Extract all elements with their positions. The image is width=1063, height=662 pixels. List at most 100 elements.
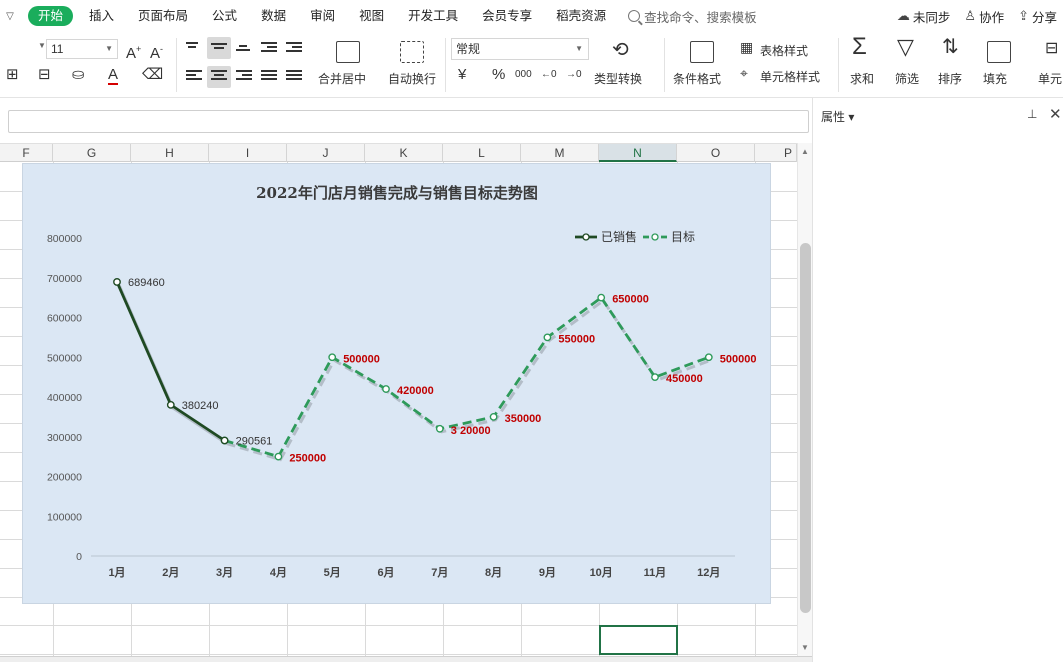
column-header-i[interactable]: I (209, 144, 287, 162)
x-tick-label: 12月 (697, 566, 720, 579)
tab-data[interactable]: 数据 (249, 0, 298, 32)
scroll-down-icon[interactable]: ▼ (801, 643, 809, 652)
command-search[interactable]: 查找命令、搜索模板 (628, 7, 757, 26)
increase-font-icon[interactable]: A+ (126, 40, 141, 63)
column-header-p[interactable]: P (755, 144, 797, 162)
number-format-select[interactable]: 常规 ▼ (451, 38, 589, 60)
decrease-font-icon[interactable]: A- (150, 40, 163, 63)
cell-icon: ⊟ (1045, 40, 1059, 57)
x-tick-label: 3月 (216, 566, 233, 579)
cell-button[interactable]: 单元 (1038, 70, 1062, 87)
share-button[interactable]: ⇪ 分享 (1018, 7, 1057, 26)
scrollbar-thumb[interactable] (800, 243, 811, 613)
fill-pattern-icon[interactable]: ⊟ (38, 66, 51, 84)
conditional-format-icon[interactable] (690, 41, 714, 63)
column-header-j[interactable]: J (287, 144, 365, 162)
search-placeholder: 查找命令、搜索模板 (644, 10, 757, 25)
vertical-scrollbar[interactable]: ▲ ▼ (797, 143, 812, 656)
tab-view[interactable]: 视图 (347, 0, 396, 32)
separator (838, 38, 839, 92)
font-size-select[interactable]: 11 ▼ (46, 39, 118, 59)
menu-expand-icon[interactable]: ▽ (0, 11, 20, 22)
sold-point (113, 278, 121, 286)
align-center-icon[interactable] (211, 70, 227, 82)
column-header-l[interactable]: L (443, 144, 521, 162)
close-icon[interactable]: ✕ (1049, 105, 1062, 123)
column-header-k[interactable]: K (365, 144, 443, 162)
convert-icon[interactable]: ⟲ (612, 40, 629, 60)
font-name-dropdown[interactable]: ▼ (38, 41, 46, 50)
align-left-icon[interactable] (186, 70, 202, 82)
y-tick-label: 300000 (47, 432, 82, 444)
target-data-label: 250000 (289, 453, 326, 465)
y-tick-label: 0 (76, 551, 82, 563)
target-data-label: 500000 (343, 353, 380, 365)
y-tick-label: 100000 (47, 511, 82, 523)
wrap-text-button[interactable]: 自动换行 (388, 70, 436, 87)
column-header-h[interactable]: H (131, 144, 209, 162)
increase-indent-icon[interactable] (286, 42, 302, 54)
table-style-button[interactable]: 表格样式 (760, 42, 808, 59)
align-right-icon[interactable] (236, 70, 252, 82)
justify-icon[interactable] (261, 70, 277, 82)
distributed-align-icon[interactable] (286, 70, 302, 82)
conditional-format-button[interactable]: 条件格式 (673, 70, 721, 87)
separator (664, 38, 665, 92)
tab-developer[interactable]: 开发工具 (396, 0, 470, 32)
target-point (704, 353, 713, 362)
scroll-up-icon[interactable]: ▲ (801, 147, 809, 156)
tab-formulas[interactable]: 公式 (200, 0, 249, 32)
target-data-label: 650000 (612, 294, 649, 306)
tab-home[interactable]: 开始 (28, 6, 74, 26)
pin-icon[interactable]: ⊥ (1027, 107, 1037, 121)
fill-button[interactable]: 填充 (983, 70, 1007, 87)
percent-button[interactable]: % (492, 66, 505, 84)
filter-button[interactable]: 筛选 (895, 70, 919, 87)
increase-decimal-icon[interactable]: ←0 (541, 66, 557, 84)
x-tick-label: 11月 (644, 566, 667, 579)
thousands-button[interactable]: 000 (515, 66, 532, 84)
collaborate-button[interactable]: ♙ 协作 (964, 7, 1004, 26)
formula-input[interactable] (8, 110, 809, 133)
merge-center-button[interactable]: 合并居中 (318, 70, 366, 87)
wrap-text-icon[interactable] (400, 41, 424, 63)
decrease-decimal-icon[interactable]: →0 (566, 66, 582, 84)
x-tick-label: 1月 (108, 566, 125, 579)
decrease-indent-icon[interactable] (261, 42, 277, 54)
borders-icon[interactable]: ⊞ (6, 66, 19, 84)
clear-format-icon[interactable]: ⌫ (142, 66, 163, 84)
share-icon: ⇪ (1018, 8, 1029, 23)
properties-title[interactable]: 属性 ▾ (821, 108, 854, 125)
type-convert-button[interactable]: 类型转换 (594, 70, 642, 87)
target-point (597, 293, 606, 302)
tab-resources[interactable]: 稻壳资源 (544, 0, 618, 32)
align-top-icon[interactable] (186, 42, 202, 54)
y-tick-label: 800000 (47, 233, 82, 245)
sort-button[interactable]: 排序 (938, 70, 962, 87)
fill-color-icon[interactable]: ⛀ (72, 66, 85, 84)
tab-review[interactable]: 审阅 (298, 0, 347, 32)
sum-button[interactable]: 求和 (850, 70, 874, 87)
tab-member[interactable]: 会员专享 (470, 0, 544, 32)
column-header-g[interactable]: G (53, 144, 131, 162)
column-header-m[interactable]: M (521, 144, 599, 162)
x-tick-label: 8月 (485, 566, 502, 579)
sync-button[interactable]: ☁ 未同步 (897, 7, 951, 26)
currency-button[interactable]: ¥ (458, 66, 466, 84)
align-bottom-icon[interactable] (236, 45, 252, 57)
tab-page-layout[interactable]: 页面布局 (126, 0, 200, 32)
column-header-f[interactable]: F (0, 144, 53, 162)
user-icon: ♙ (964, 8, 977, 23)
column-header-n[interactable]: N (599, 144, 677, 162)
cell-style-button[interactable]: 单元格样式 (760, 68, 820, 85)
y-tick-label: 700000 (47, 273, 82, 285)
x-tick-label: 2月 (162, 566, 179, 579)
font-color-icon[interactable]: A (108, 66, 119, 85)
active-cell[interactable] (599, 625, 678, 655)
table-style-icon: ▦ (740, 39, 754, 55)
tab-insert[interactable]: 插入 (77, 0, 126, 32)
line-chart[interactable]: 2022年门店月销售完成与销售目标走势图 0 100000 200000 300000 4… (22, 163, 771, 604)
align-middle-icon[interactable] (211, 43, 227, 55)
column-header-o[interactable]: O (677, 144, 755, 162)
merge-center-icon[interactable] (336, 41, 360, 63)
